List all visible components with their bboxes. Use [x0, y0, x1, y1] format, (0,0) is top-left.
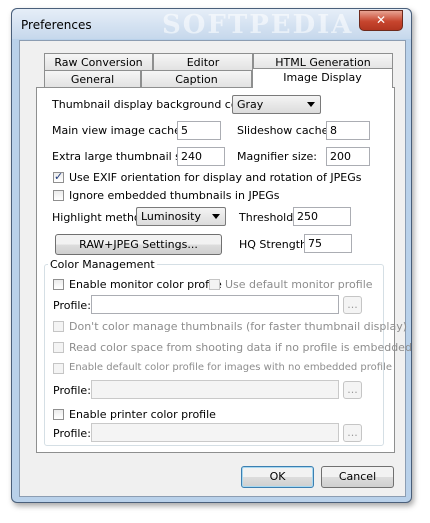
default-profile-input[interactable] — [91, 380, 339, 399]
magnifier-label: Magnifier size: — [237, 150, 317, 163]
monitor-profile-field-label: Profile: — [53, 299, 91, 312]
shooting-data-checkbox[interactable] — [53, 342, 64, 353]
xl-thumb-input[interactable]: 240 — [177, 147, 225, 166]
threshold-input[interactable]: 250 — [293, 207, 351, 226]
exif-checkbox[interactable]: ✓ — [53, 170, 64, 183]
printer-profile-field-label: Profile: — [53, 427, 91, 440]
highlight-select[interactable]: Luminosity — [136, 207, 226, 226]
ok-button[interactable]: OK — [241, 466, 314, 488]
bg-color-select[interactable]: Gray — [232, 95, 321, 114]
exif-label: Use EXIF orientation for display and rot… — [69, 171, 362, 184]
monitor-profile-label: Enable monitor color profile — [69, 278, 222, 291]
hq-strength-input[interactable]: 75 — [304, 234, 352, 253]
default-profile-browse-button[interactable]: ... — [343, 381, 362, 399]
cache-input[interactable]: 5 — [177, 121, 221, 140]
printer-profile-label: Enable printer color profile — [69, 408, 216, 421]
hq-strength-label: HQ Strength: — [239, 238, 311, 251]
default-monitor-checkbox[interactable] — [209, 279, 220, 290]
threshold-label: Threshold: — [239, 211, 297, 224]
no-thumb-cm-checkbox[interactable] — [53, 321, 64, 332]
no-thumb-cm-label: Don't color manage thumbnails (for faste… — [69, 320, 407, 333]
checkmark-icon: ✓ — [54, 170, 64, 183]
slideshow-label: Slideshow cache: — [237, 124, 333, 137]
monitor-profile-browse-button[interactable]: ... — [343, 296, 362, 314]
ignore-thumb-label: Ignore embedded thumbnails in JPEGs — [69, 189, 280, 202]
chevron-down-icon — [307, 102, 315, 107]
default-monitor-label: Use default monitor profile — [225, 278, 373, 291]
cache-label: Main view image cache: — [52, 124, 185, 137]
printer-profile-input[interactable] — [91, 423, 339, 442]
printer-profile-browse-button[interactable]: ... — [343, 424, 362, 442]
slideshow-input[interactable]: 8 — [326, 121, 370, 140]
bg-color-value: Gray — [237, 98, 264, 111]
default-profile-field-label: Profile: — [53, 384, 91, 397]
ignore-thumb-checkbox[interactable] — [53, 190, 64, 201]
raw-jpeg-settings-button[interactable]: RAW+JPEG Settings... — [55, 234, 222, 255]
magnifier-input[interactable]: 200 — [326, 147, 370, 166]
bg-color-label: Thumbnail display background color: — [52, 98, 256, 111]
highlight-value: Luminosity — [141, 210, 201, 223]
shooting-data-label: Read color space from shooting data if n… — [69, 341, 412, 354]
cancel-button[interactable]: Cancel — [321, 466, 394, 488]
chevron-down-icon — [212, 214, 220, 219]
default-profile-label: Enable default color profile for images … — [69, 362, 393, 373]
printer-profile-checkbox[interactable] — [53, 409, 64, 420]
color-management-title: Color Management — [48, 258, 157, 271]
monitor-profile-input[interactable] — [91, 295, 339, 314]
default-profile-checkbox[interactable] — [53, 363, 64, 374]
monitor-profile-checkbox[interactable] — [53, 279, 64, 290]
